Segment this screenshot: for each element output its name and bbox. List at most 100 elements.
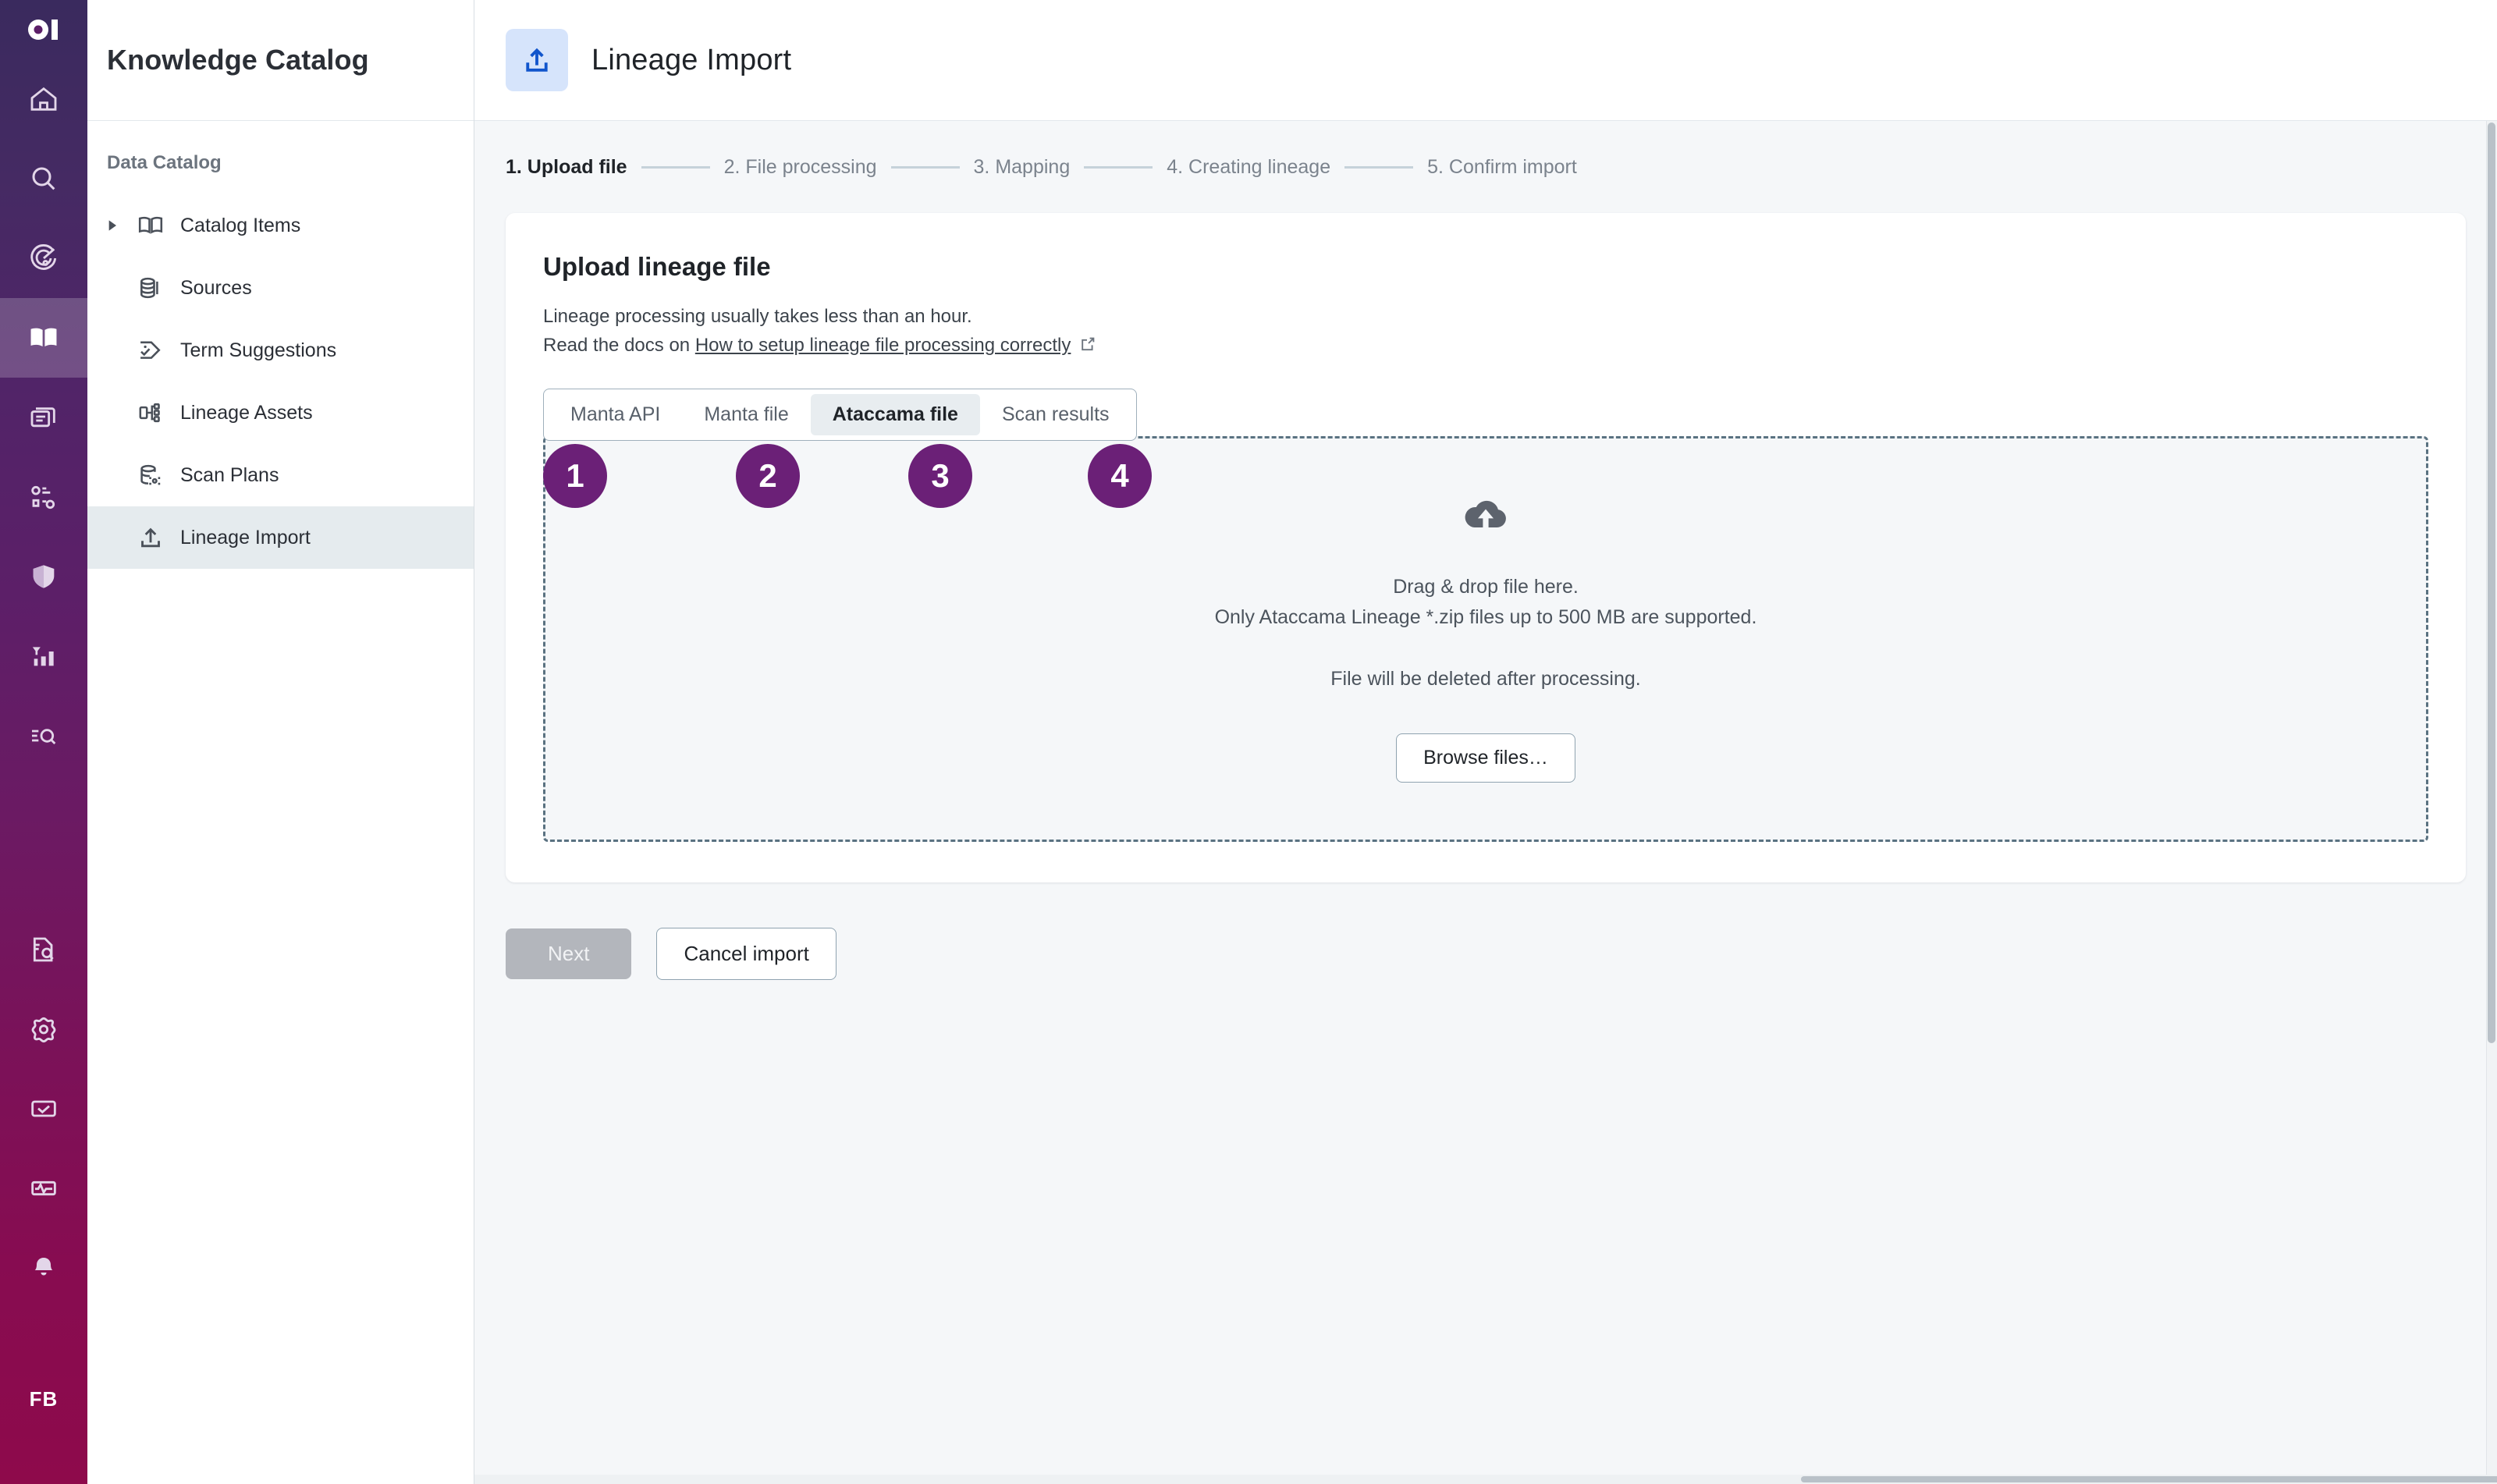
rail-item-eq-search[interactable] bbox=[0, 696, 87, 776]
docs-prefix: Read the docs on bbox=[543, 335, 695, 356]
sidebar-item-label: Catalog Items bbox=[180, 215, 300, 237]
wizard-actions: Next Cancel import bbox=[474, 882, 2497, 980]
rail-item-data-quality[interactable] bbox=[0, 218, 87, 298]
rail-item-settings[interactable] bbox=[0, 989, 87, 1069]
step-connector bbox=[1344, 166, 1413, 169]
step-connector bbox=[641, 166, 710, 169]
rail-item-home[interactable] bbox=[0, 59, 87, 139]
step-5: 5. Confirm import bbox=[1427, 156, 1577, 179]
vertical-scrollbar-thumb[interactable] bbox=[2488, 122, 2495, 1043]
rail-item-data-observability[interactable] bbox=[0, 457, 87, 537]
tab-manta-api[interactable]: Manta API bbox=[549, 394, 682, 435]
sidebar-item-term-suggestions[interactable]: Term Suggestions bbox=[87, 319, 474, 382]
lineage-nodes-icon bbox=[137, 399, 180, 427]
sidebar-item-scan-plans[interactable]: Scan Plans bbox=[87, 444, 474, 506]
card-description-line1: Lineage processing usually takes less th… bbox=[543, 302, 2428, 331]
sidebar-item-label: Lineage Import bbox=[180, 527, 311, 549]
rail-item-knowledge-catalog[interactable] bbox=[0, 298, 87, 378]
tab-manta-file[interactable]: Manta file bbox=[682, 394, 810, 435]
sidebar-item-label: Sources bbox=[180, 277, 252, 300]
wizard-stepper: 1. Upload file 2. File processing 3. Map… bbox=[474, 121, 2497, 213]
step-1[interactable]: 1. Upload file bbox=[506, 156, 627, 179]
monitoring-pulse-icon bbox=[28, 1173, 59, 1204]
horizontal-scrollbar[interactable] bbox=[474, 1475, 2497, 1484]
sidebar-item-sources[interactable]: Sources bbox=[87, 257, 474, 319]
file-dropzone[interactable]: Drag & drop file here. Only Ataccama Lin… bbox=[543, 436, 2428, 842]
rail-item-monitoring[interactable] bbox=[0, 1149, 87, 1228]
tab-ataccama-file[interactable]: Ataccama file bbox=[811, 394, 980, 435]
sidebar-item-lineage-assets[interactable]: Lineage Assets bbox=[87, 382, 474, 444]
content-scroll-area: 1. Upload file 2. File processing 3. Map… bbox=[474, 121, 2497, 1484]
dropzone-line1: Drag & drop file here. bbox=[1393, 572, 1579, 602]
chevron-right-icon[interactable] bbox=[107, 219, 137, 232]
content-header-title: Lineage Import bbox=[591, 44, 791, 77]
document-search-icon bbox=[28, 934, 59, 965]
step-3: 3. Mapping bbox=[974, 156, 1071, 179]
shield-icon bbox=[28, 561, 59, 592]
avatar[interactable]: FB bbox=[0, 1359, 87, 1439]
step-4: 4. Creating lineage bbox=[1167, 156, 1330, 179]
ataccama-logo[interactable] bbox=[0, 0, 87, 59]
tag-check-icon bbox=[137, 336, 180, 364]
nav-panel-header: Knowledge Catalog bbox=[87, 0, 474, 121]
rail-item-tasks[interactable] bbox=[0, 1069, 87, 1149]
bell-icon bbox=[28, 1252, 59, 1283]
search-icon bbox=[28, 163, 59, 194]
dropzone-line3: File will be deleted after processing. bbox=[1330, 664, 1640, 694]
annotation-badge-2: 2 bbox=[736, 444, 800, 508]
card-description-line2: Read the docs on How to setup lineage fi… bbox=[543, 331, 2428, 362]
check-task-icon bbox=[28, 1093, 59, 1124]
card-description: Lineage processing usually takes less th… bbox=[543, 302, 2428, 362]
annotation-badge-1: 1 bbox=[543, 444, 607, 508]
sidebar-item-label: Lineage Assets bbox=[180, 402, 313, 424]
rail-item-reports[interactable] bbox=[0, 616, 87, 696]
annotation-badge-3: 3 bbox=[908, 444, 972, 508]
external-link-icon[interactable] bbox=[1078, 333, 1097, 362]
sidebar-item-catalog-items[interactable]: Catalog Items bbox=[87, 194, 474, 257]
next-button[interactable]: Next bbox=[506, 928, 631, 979]
scan-database-icon bbox=[137, 461, 180, 489]
source-type-tabs: Manta API Manta file Ataccama file Scan … bbox=[543, 389, 1137, 441]
database-icon bbox=[137, 274, 180, 302]
app-root: FB Knowledge Catalog Data Catalog Catalo… bbox=[0, 0, 2497, 1484]
knowledge-catalog-book-icon bbox=[27, 321, 60, 354]
rail-item-notifications[interactable] bbox=[0, 1228, 87, 1308]
annotation-badge-4: 4 bbox=[1088, 444, 1152, 508]
dqit-radar-icon bbox=[28, 243, 59, 274]
rail-item-data-stories[interactable] bbox=[0, 378, 87, 457]
rail-item-document-search[interactable] bbox=[0, 910, 87, 989]
sidebar-item-lineage-import[interactable]: Lineage Import bbox=[87, 506, 474, 569]
vertical-scrollbar[interactable] bbox=[2486, 121, 2497, 1484]
data-observability-icon bbox=[28, 481, 59, 513]
docs-link[interactable]: How to setup lineage file processing cor… bbox=[695, 335, 1071, 356]
secondary-nav-panel: Knowledge Catalog Data Catalog Catalog I… bbox=[87, 0, 474, 1484]
browse-files-button[interactable]: Browse files… bbox=[1396, 733, 1575, 783]
sidebar-item-label: Scan Plans bbox=[180, 464, 279, 487]
rail-item-security[interactable] bbox=[0, 537, 87, 616]
home-icon bbox=[28, 83, 59, 115]
tab-scan-results[interactable]: Scan results bbox=[980, 394, 1131, 435]
avatar-initials: FB bbox=[30, 1387, 59, 1411]
dropzone-line2: Only Ataccama Lineage *.zip files up to … bbox=[1215, 602, 1757, 633]
gear-icon bbox=[28, 1014, 59, 1045]
rail-item-search[interactable] bbox=[0, 139, 87, 218]
step-connector bbox=[1084, 166, 1153, 169]
step-connector bbox=[891, 166, 960, 169]
data-stories-folder-icon bbox=[28, 402, 59, 433]
step-2: 2. File processing bbox=[724, 156, 877, 179]
upload-card: Upload lineage file Lineage processing u… bbox=[506, 213, 2466, 882]
card-title: Upload lineage file bbox=[543, 252, 2428, 282]
cancel-import-button[interactable]: Cancel import bbox=[656, 928, 836, 980]
page-title: Knowledge Catalog bbox=[107, 44, 369, 76]
primary-icon-rail: FB bbox=[0, 0, 87, 1484]
bar-chart-icon bbox=[28, 641, 59, 672]
cloud-upload-icon bbox=[1462, 496, 1510, 538]
nav-list: Catalog Items Sources bbox=[87, 194, 474, 569]
nav-section-label: Data Catalog bbox=[87, 121, 474, 194]
upload-icon bbox=[137, 524, 180, 552]
eq-magnifier-icon bbox=[28, 720, 59, 751]
upload-icon bbox=[506, 29, 568, 91]
content-header: Lineage Import bbox=[474, 0, 2497, 121]
open-book-icon bbox=[137, 211, 180, 240]
horizontal-scrollbar-thumb[interactable] bbox=[1801, 1476, 2497, 1482]
